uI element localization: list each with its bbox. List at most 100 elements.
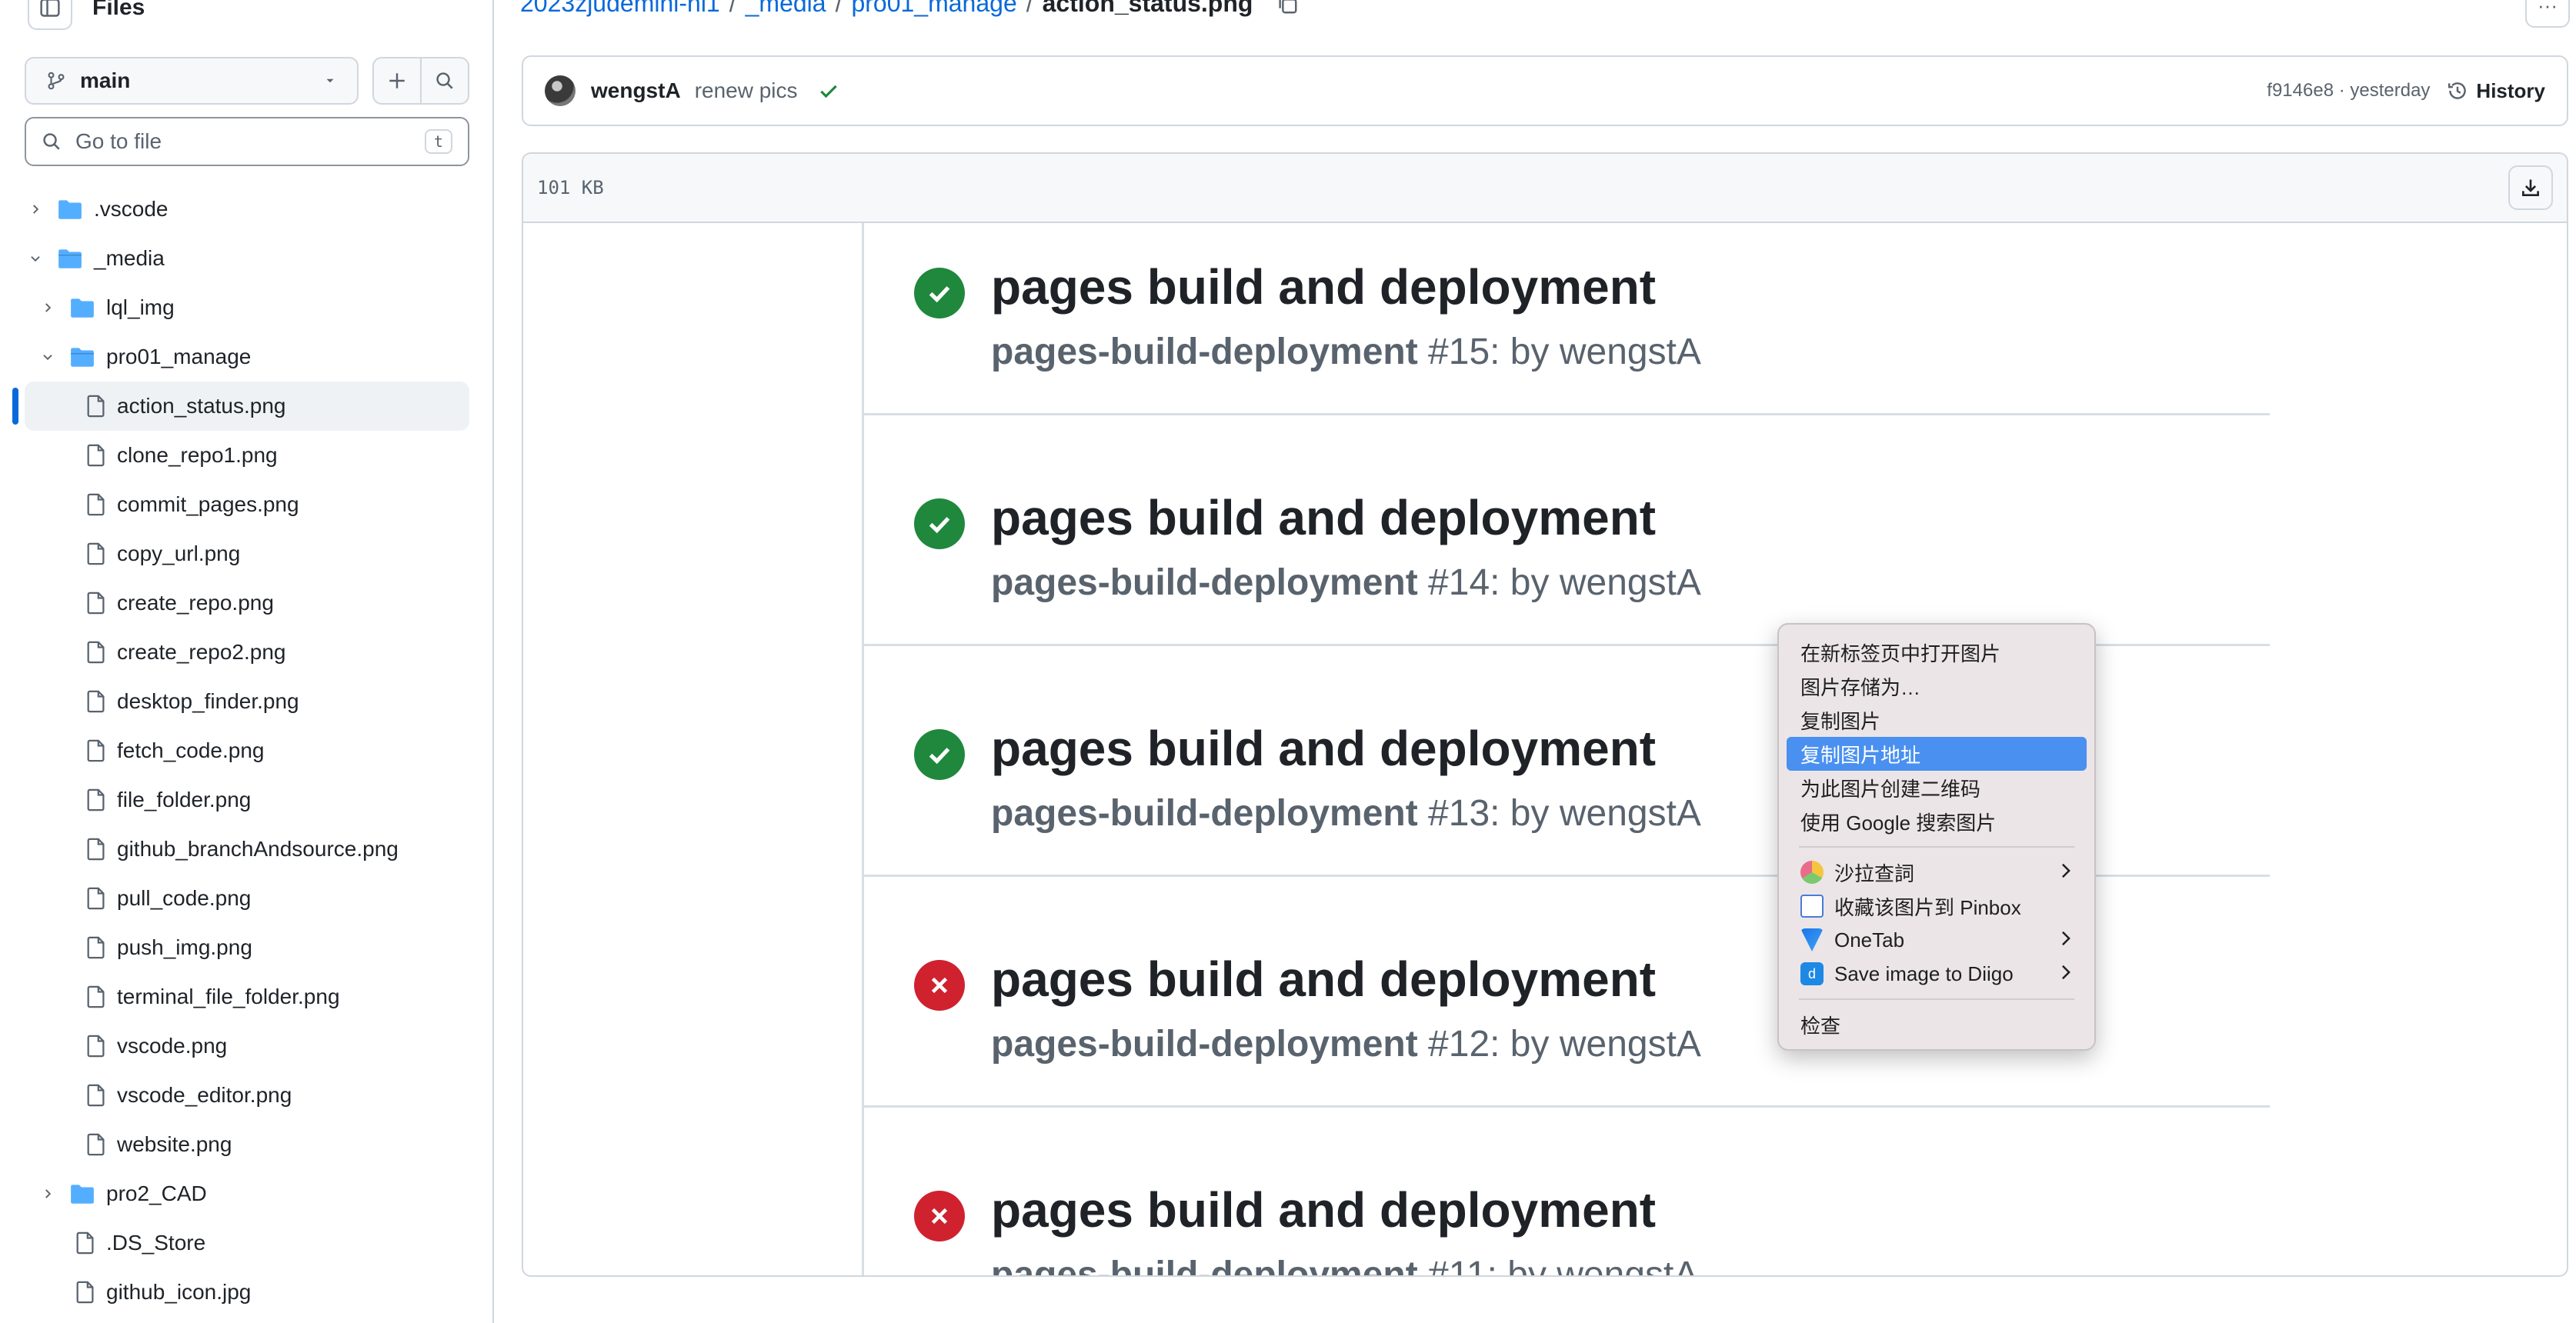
inspect-menu-item[interactable]: 检查	[1787, 1008, 2087, 1041]
run-subtitle: pages-build-deployment #12: by wengstA	[991, 1023, 1701, 1065]
submenu-arrow-icon	[2059, 861, 2073, 885]
tree-file-github-branchandsource-png[interactable]: github_branchAndsource.png	[0, 825, 492, 874]
tree-folder-lql-img[interactable]: lql_img	[0, 283, 492, 332]
tree-file-github-icon-jpg[interactable]: github_icon.jpg	[0, 1268, 492, 1317]
tree-file-vscode-editor-png[interactable]: vscode_editor.png	[0, 1071, 492, 1120]
folder-icon	[57, 196, 83, 222]
workflow-run: pages build and deployment pages-build-de…	[862, 1108, 2270, 1277]
run-subtitle: pages-build-deployment #13: by wengstA	[991, 792, 1701, 835]
tree-folder-pro2-cad[interactable]: pro2_CAD	[0, 1169, 492, 1218]
workflow-run: pages build and deployment pages-build-de…	[862, 185, 2270, 415]
github-file-view: Files main Go to file t .vscode _media lql…	[0, 0, 2576, 1323]
context-menu-item[interactable]: 复制图片	[1787, 703, 2087, 737]
tree-file-file-folder-png[interactable]: file_folder.png	[0, 775, 492, 825]
folder-icon	[69, 1181, 95, 1207]
go-to-file-input[interactable]: Go to file t	[25, 117, 469, 166]
download-icon	[2522, 179, 2539, 196]
download-button[interactable]	[2508, 165, 2553, 210]
breadcrumb-separator: /	[835, 0, 843, 17]
history-button[interactable]: History	[2447, 79, 2545, 103]
tree-file-action-status-png[interactable]: action_status.png	[12, 382, 469, 431]
tree-file-commit-pages-png[interactable]: commit_pages.png	[0, 480, 492, 529]
tree-file-push-img-png[interactable]: push_img.png	[0, 923, 492, 972]
context-menu-item-label: 收藏该图片到 Pinbox	[1834, 895, 2021, 919]
run-number: #11: by wengstA	[1428, 1255, 1699, 1277]
context-menu-extension-item[interactable]: d Save image to Diigo	[1787, 957, 2087, 991]
tree-file-fetch-code-png[interactable]: fetch_code.png	[0, 726, 492, 775]
commit-meta: f9146e8 · yesterday History	[2267, 79, 2545, 103]
copy-path-icon[interactable]	[1276, 0, 1299, 15]
go-to-file-placeholder: Go to file	[75, 129, 162, 153]
history-icon	[2448, 82, 2467, 99]
avatar[interactable]	[545, 75, 576, 106]
context-menu-extension-item[interactable]: OneTab	[1787, 923, 2087, 957]
tree-item-label: .DS_Store	[106, 1231, 206, 1255]
tree-file--ds-store[interactable]: .DS_Store	[0, 1218, 492, 1268]
context-menu-item-label: 复制图片	[1800, 709, 1881, 733]
breadcrumb-media-link[interactable]: _media	[746, 0, 826, 18]
tree-file-pull-code-png[interactable]: pull_code.png	[0, 874, 492, 923]
tree-file-create-repo2-png[interactable]: create_repo2.png	[0, 628, 492, 677]
context-menu-item-label: 为此图片创建二维码	[1800, 777, 1981, 801]
run-title: pages build and deployment	[991, 259, 1657, 315]
context-menu-extension-item[interactable]: 沙拉查詞	[1787, 855, 2087, 889]
chevron-down-icon[interactable]	[28, 251, 43, 266]
context-menu-item[interactable]: 在新标签页中打开图片	[1787, 635, 2087, 669]
image-preview[interactable]: pages build and deployment pages-build-de…	[523, 223, 2567, 1277]
context-menu-item-label: 复制图片地址	[1800, 743, 1921, 767]
branch-selector[interactable]: main	[25, 57, 359, 105]
submenu-arrow-icon	[2059, 928, 2073, 952]
tree-folder-pro01-manage[interactable]: pro01_manage	[0, 332, 492, 382]
more-options-button[interactable]: ···	[2525, 0, 2570, 28]
tree-file-terminal-file-folder-png[interactable]: terminal_file_folder.png	[0, 972, 492, 1021]
tree-folder--media[interactable]: _media	[0, 234, 492, 283]
tree-file-website-png[interactable]: website.png	[0, 1120, 492, 1169]
context-menu-item[interactable]: 使用 Google 搜索图片	[1787, 805, 2087, 838]
run-subtitle: pages-build-deployment #14: by wengstA	[991, 562, 1701, 604]
tree-file-clone-repo1-png[interactable]: clone_repo1.png	[0, 431, 492, 480]
commit-message[interactable]: renew pics	[695, 78, 798, 103]
context-menu: 在新标签页中打开图片 图片存储为… 复制图片复制图片地址为此图片创建二维码使用 Go…	[1777, 623, 2096, 1051]
workflow-run: pages build and deployment pages-build-de…	[862, 415, 2270, 646]
main-content: 2023zjudemini-hi1 / _media / pro01_manag…	[494, 0, 2576, 1323]
tree-file-desktop-finder-png[interactable]: desktop_finder.png	[0, 677, 492, 726]
files-header: Files	[28, 0, 145, 31]
chevron-right-icon[interactable]	[28, 202, 43, 217]
tree-file-create-repo-png[interactable]: create_repo.png	[0, 578, 492, 628]
tree-item-label: terminal_file_folder.png	[117, 985, 340, 1008]
context-menu-item-label: 图片存储为…	[1800, 675, 1921, 699]
context-menu-extension-item[interactable]: 收藏该图片到 Pinbox	[1787, 889, 2087, 923]
search-code-button[interactable]	[420, 58, 468, 103]
menu-divider	[1799, 998, 2074, 1000]
run-title: pages build and deployment	[991, 721, 1657, 776]
chevron-right-icon[interactable]	[40, 300, 55, 315]
tree-item-label: vscode.png	[117, 1034, 228, 1058]
file-tree: .vscode _media lql_img pro01_manage action_s…	[0, 185, 492, 1317]
latest-commit-bar: wengstA renew pics f9146e8 · yesterday H…	[522, 55, 2568, 126]
tree-file-vscode-png[interactable]: vscode.png	[0, 1021, 492, 1071]
tree-item-label: pull_code.png	[117, 886, 252, 910]
check-icon[interactable]	[818, 80, 839, 102]
context-menu-item-label: 在新标签页中打开图片	[1800, 642, 2001, 665]
commit-sha-time[interactable]: f9146e8 · yesterday	[2267, 80, 2430, 102]
tree-folder--vscode[interactable]: .vscode	[0, 185, 492, 234]
commit-author[interactable]: wengstA	[591, 78, 681, 103]
context-menu-item[interactable]: 图片存储为…	[1787, 669, 2087, 703]
collapse-sidebar-button[interactable]	[28, 0, 72, 30]
run-workflow-name: pages-build-deployment	[991, 793, 1418, 834]
folder-open-icon	[69, 344, 95, 370]
tree-item-label: action_status.png	[117, 394, 286, 418]
breadcrumb-repo-link[interactable]: 2023zjudemini-hi1	[520, 0, 720, 18]
breadcrumb: 2023zjudemini-hi1 / _media / pro01_manag…	[520, 0, 1299, 18]
add-file-button[interactable]	[374, 58, 420, 103]
chevron-right-icon[interactable]	[40, 1186, 55, 1201]
tree-file-copy-url-png[interactable]: copy_url.png	[0, 529, 492, 578]
success-check-icon	[914, 729, 965, 780]
run-title: pages build and deployment	[991, 951, 1657, 1007]
chevron-down-icon[interactable]	[40, 349, 55, 365]
breadcrumb-folder-link[interactable]: pro01_manage	[851, 0, 1016, 18]
file-icon	[83, 590, 109, 616]
context-menu-item[interactable]: 复制图片地址	[1787, 737, 2087, 771]
file-icon	[83, 836, 109, 862]
context-menu-item[interactable]: 为此图片创建二维码	[1787, 771, 2087, 805]
